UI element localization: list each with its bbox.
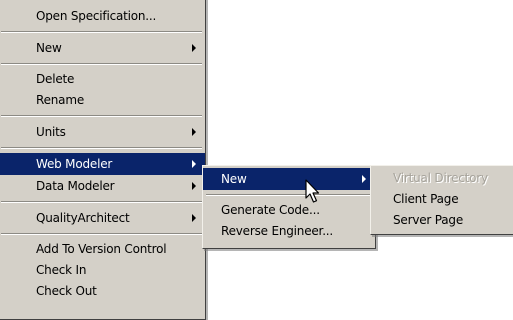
menu-separator [206,194,372,196]
menu-item-label: Web Modeler [36,157,113,171]
menu-item-label: Rename [36,93,85,107]
menu-item-open-specification[interactable]: Open Specification... [0,5,205,27]
menu-item-label: Server Page [393,213,464,227]
new-submenu: Virtual Directory Client Page Server Pag… [370,165,513,235]
menu-item-label: New [221,172,247,186]
menu-item-web-modeler[interactable]: Web Modeler [0,153,205,175]
menu-item-client-page[interactable]: Client Page [371,189,513,210]
menu-item-new[interactable]: New [0,37,205,59]
menu-separator [1,31,202,33]
menu-item-label: Virtual Directory [393,171,488,185]
submenu-arrow-icon [192,128,196,136]
menu-item-label: New [36,41,62,55]
menu-separator [1,233,202,235]
menu-item-label: Client Page [393,192,459,206]
menu-item-label: Generate Code... [221,203,320,217]
menu-item-units[interactable]: Units [0,121,205,143]
menu-item-label: Units [36,125,66,139]
menu-item-web-new[interactable]: New [203,168,375,190]
context-menu: Open Specification... New Delete Rename … [0,0,206,320]
menu-separator [1,147,202,149]
menu-separator [1,115,202,117]
submenu-arrow-icon [362,175,366,183]
menu-item-label: Open Specification... [36,9,157,23]
menu-item-check-out[interactable]: Check Out [0,281,205,302]
submenu-arrow-icon [192,160,196,168]
menu-item-reverse-engineer[interactable]: Reverse Engineer... [203,221,375,242]
submenu-arrow-icon [192,44,196,52]
menu-item-label: Add To Version Control [36,242,167,256]
menu-item-rename[interactable]: Rename [0,90,205,111]
menu-item-label: Data Modeler [36,179,115,193]
menu-item-check-in[interactable]: Check In [0,260,205,281]
submenu-arrow-icon [192,214,196,222]
menu-item-quality-architect[interactable]: QualityArchitect [0,207,205,229]
menu-separator [1,201,202,203]
menu-item-virtual-directory: Virtual Directory [371,168,513,189]
submenu-arrow-icon [192,182,196,190]
menu-item-label: Delete [36,72,75,86]
mouse-pointer-icon [305,179,320,203]
menu-item-delete[interactable]: Delete [0,69,205,90]
menu-item-add-to-version-control[interactable]: Add To Version Control [0,239,205,260]
menu-separator [1,63,202,65]
menu-item-server-page[interactable]: Server Page [371,210,513,231]
menu-item-label: Check Out [36,284,97,298]
menu-item-data-modeler[interactable]: Data Modeler [0,175,205,197]
menu-item-label: Reverse Engineer... [221,224,334,238]
menu-item-generate-code[interactable]: Generate Code... [203,200,375,221]
menu-item-label: QualityArchitect [36,211,130,225]
web-modeler-submenu: New Generate Code... Reverse Engineer... [202,165,376,249]
menu-item-label: Check In [36,263,87,277]
